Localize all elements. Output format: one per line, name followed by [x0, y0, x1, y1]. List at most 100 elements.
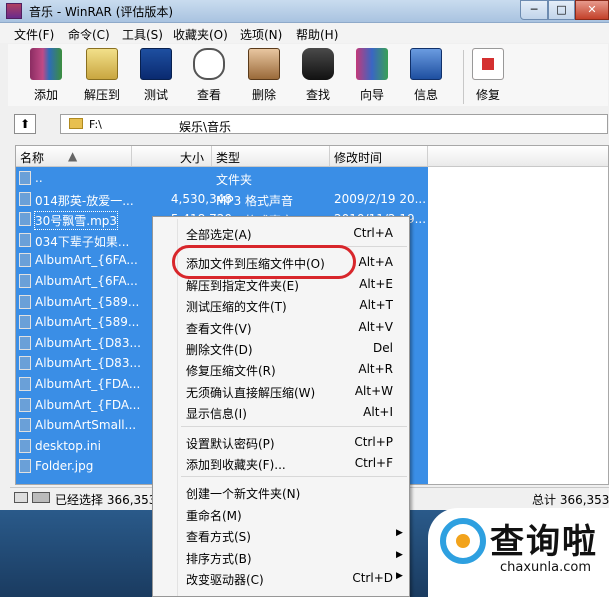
test-button[interactable]: 测试: [132, 48, 180, 103]
column-modified[interactable]: 修改时间: [334, 149, 382, 166]
column-divider[interactable]: [131, 146, 132, 166]
column-size[interactable]: 大小: [180, 149, 204, 166]
submenu-arrow-icon: ▶: [396, 528, 403, 539]
menu-item-shortcut: Alt+V: [358, 319, 393, 334]
column-name[interactable]: 名称: [20, 149, 44, 166]
find-button[interactable]: 查找: [294, 48, 342, 103]
context-menu-item[interactable]: 显示信息(I) Alt+I: [153, 401, 409, 422]
menu-bar: 文件(F) 命令(C) 工具(S) 收藏夹(O) 选项(N) 帮助(H): [0, 23, 609, 43]
minimize-button[interactable]: ─: [520, 0, 548, 20]
file-icon: [19, 335, 31, 350]
repair-label: 修复: [475, 88, 500, 102]
drive-status-icon[interactable]: [14, 492, 28, 503]
menu-item-label: 无须确认直接解压缩(W): [186, 385, 316, 400]
file-row[interactable]: 014那英-放爱一... 4,530,348 MP3 格式声音 2009/2/19 2…: [16, 189, 608, 209]
context-menu-item[interactable]: 修复压缩文件(R) Alt+R: [153, 358, 409, 379]
address-bar: ⬆ F:\ 娱乐\音乐: [8, 110, 608, 140]
file-icon: [19, 356, 31, 371]
file-name: AlbumArtSmall...: [35, 418, 137, 433]
title-bar[interactable]: 音乐 - WinRAR (评估版本) ─ □ ✕: [0, 0, 609, 23]
file-name: desktop.ini: [35, 438, 101, 453]
menu-item-label: 删除文件(D): [186, 343, 253, 357]
view-button[interactable]: 查看: [185, 48, 233, 103]
menu-item-label: 解压到指定文件夹(E): [186, 278, 299, 293]
menu-options[interactable]: 选项(N): [240, 26, 282, 43]
add-archive-icon: [30, 48, 62, 80]
file-icon: [19, 438, 31, 453]
column-type[interactable]: 类型: [216, 149, 240, 166]
file-name: AlbumArt_{6FA...: [35, 253, 138, 268]
wizard-icon: [356, 48, 388, 80]
context-menu-item[interactable]: 添加到收藏夹(F)... Ctrl+F: [153, 452, 409, 473]
menu-command[interactable]: 命令(C): [68, 26, 110, 43]
watermark-text: 查询啦: [490, 522, 598, 562]
column-divider[interactable]: [427, 146, 428, 166]
column-divider[interactable]: [329, 146, 330, 166]
file-name: AlbumArt_{6FA...: [35, 274, 138, 288]
file-row[interactable]: .. 文件夹: [16, 168, 608, 188]
context-menu-item[interactable]: 设置默认密码(P) Ctrl+P: [153, 431, 409, 452]
menu-separator: [181, 476, 407, 478]
info-label: 信息: [413, 88, 438, 102]
wizard-button[interactable]: 向导: [348, 48, 396, 103]
context-menu-item[interactable]: 无须确认直接解压缩(W) Alt+W: [153, 380, 409, 401]
add-label: 添加: [33, 88, 58, 102]
menu-item-shortcut: Alt+I: [363, 405, 393, 420]
context-menu-item[interactable]: 删除文件(D) Del: [153, 337, 409, 358]
repair-button[interactable]: 修复: [464, 48, 512, 103]
file-name: AlbumArt_{589...: [35, 315, 140, 330]
maximize-button[interactable]: □: [548, 0, 575, 20]
file-icon: [19, 274, 31, 288]
context-menu-item[interactable]: 创建一个新文件夹(N): [153, 481, 409, 502]
key-status-icon[interactable]: [32, 492, 50, 503]
address-field[interactable]: F:\ 娱乐\音乐: [60, 114, 608, 134]
menu-item-label: 显示信息(I): [186, 407, 247, 422]
menu-file[interactable]: 文件(F): [14, 26, 54, 43]
menu-help[interactable]: 帮助(H): [296, 26, 338, 43]
highlight-circle: [172, 245, 356, 279]
menu-item-label: 添加到收藏夹(F)...: [186, 458, 286, 472]
menu-favorites[interactable]: 收藏夹(O): [173, 26, 228, 43]
winrar-app-icon[interactable]: [6, 3, 22, 19]
context-menu-item[interactable]: 查看方式(S) ▶: [153, 524, 409, 545]
file-name: AlbumArt_{D83...: [35, 335, 141, 350]
file-icon: [19, 232, 31, 247]
menu-item-label: 全部选定(A): [186, 228, 252, 242]
context-menu-item[interactable]: 排序方式(B) ▶: [153, 546, 409, 567]
menu-item-shortcut: Ctrl+A: [353, 226, 393, 240]
repair-icon: [472, 48, 504, 80]
column-divider[interactable]: [211, 146, 212, 166]
context-menu-item[interactable]: 重命名(M): [153, 503, 409, 524]
file-icon: [19, 377, 31, 391]
context-menu-item[interactable]: 测试压缩的文件(T) Alt+T: [153, 294, 409, 315]
submenu-arrow-icon: ▶: [396, 571, 403, 581]
submenu-arrow-icon: ▶: [396, 549, 403, 560]
menu-item-shortcut: Ctrl+F: [354, 456, 393, 470]
sort-arrow-icon: ▲: [68, 149, 78, 163]
menu-tools[interactable]: 工具(S): [122, 26, 163, 43]
column-header: 名称 ▲ 大小 类型 修改时间: [16, 146, 608, 167]
total-status: 总计 366,353,5: [532, 493, 609, 507]
find-label: 查找: [305, 88, 330, 102]
menu-item-shortcut: Ctrl+P: [354, 434, 393, 449]
file-name: AlbumArt_{589...: [35, 294, 140, 309]
context-menu-item[interactable]: 全部选定(A) Ctrl+A: [153, 222, 409, 243]
watermark-logo-dot: [456, 534, 470, 548]
extract-to-button[interactable]: 解压到: [78, 48, 126, 103]
up-folder-button[interactable]: ⬆: [14, 114, 36, 134]
delete-button[interactable]: 删除: [240, 48, 288, 103]
add-button[interactable]: 添加: [22, 48, 70, 103]
selected-status: 已经选择 366,353: [55, 493, 157, 507]
address-drive: F:\: [89, 118, 102, 131]
close-button[interactable]: ✕: [575, 0, 609, 20]
file-icon: [19, 253, 31, 268]
context-menu-item[interactable]: 查看文件(V) Alt+V: [153, 316, 409, 337]
menu-item-label: 查看文件(V): [186, 321, 252, 336]
file-name: ..: [35, 171, 43, 185]
extract-to-icon: [86, 48, 118, 80]
test-label: 测试: [143, 88, 168, 102]
menu-item-label: 修复压缩文件(R): [186, 364, 276, 379]
info-button[interactable]: 信息: [402, 48, 450, 103]
menu-item-label: 排序方式(B): [186, 551, 252, 566]
context-menu-item[interactable]: 改变驱动器(C) Ctrl+D ▶: [153, 567, 409, 588]
